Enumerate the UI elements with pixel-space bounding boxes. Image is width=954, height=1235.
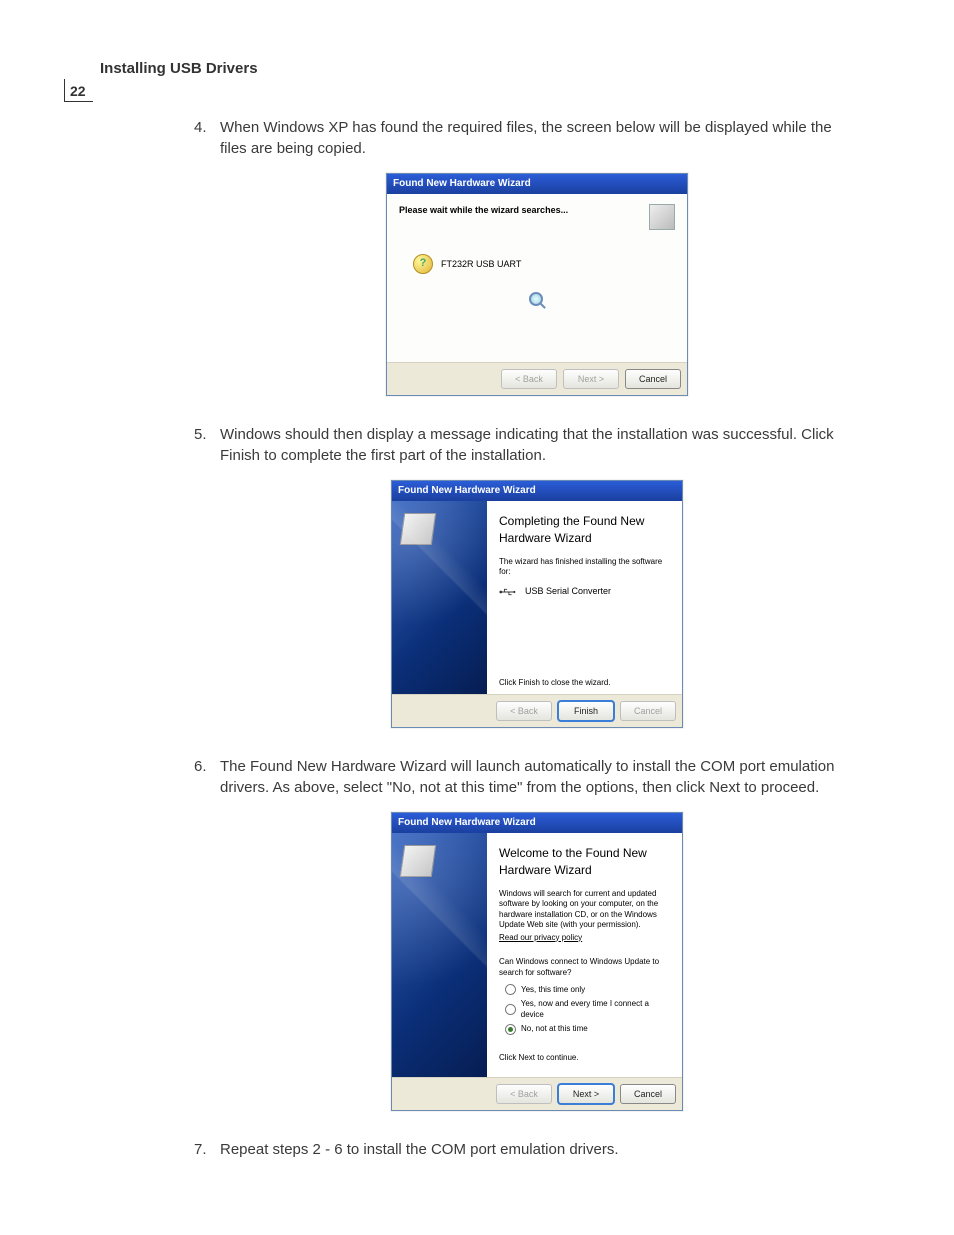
dialog-heading: Completing the Found New Hardware Wizard — [499, 513, 670, 547]
radio-group: Yes, this time only Yes, now and every t… — [505, 984, 670, 1035]
radio-label: No, not at this time — [521, 1023, 588, 1034]
dialog-hint: Click Next to continue. — [499, 1053, 670, 1063]
dialog-heading: Welcome to the Found New Hardware Wizard — [499, 845, 670, 879]
radio-icon — [505, 1024, 516, 1035]
wizard-logo-icon — [400, 845, 436, 877]
cancel-button[interactable]: Cancel — [625, 369, 681, 389]
step-4: 4. When Windows XP has found the require… — [220, 117, 854, 396]
finish-button[interactable]: Finish — [558, 701, 614, 721]
wizard-icon — [649, 204, 675, 230]
page-header: Installing USB Drivers 22 — [100, 60, 854, 77]
dialog-hint: Click Finish to close the wizard. — [499, 678, 670, 688]
section-title: Installing USB Drivers — [100, 60, 854, 77]
next-button[interactable]: Next > — [558, 1084, 614, 1104]
step-number: 5. — [194, 424, 207, 445]
radio-no[interactable]: No, not at this time — [505, 1023, 670, 1034]
usb-icon — [499, 587, 517, 597]
dialog-searching: Found New Hardware Wizard Please wait wh… — [386, 173, 688, 396]
radio-yes-once[interactable]: Yes, this time only — [505, 984, 670, 995]
question-icon: ? — [413, 254, 433, 274]
step-6: 6. The Found New Hardware Wizard will la… — [220, 756, 854, 1111]
privacy-link[interactable]: Read our privacy policy — [499, 933, 582, 943]
wizard-banner — [392, 501, 487, 694]
step-text: Repeat steps 2 - 6 to install the COM po… — [220, 1141, 619, 1158]
step-text: The Found New Hardware Wizard will launc… — [220, 758, 834, 796]
step-number: 4. — [194, 117, 207, 138]
dialog-subtitle: Please wait while the wizard searches... — [399, 204, 568, 217]
search-icon — [529, 292, 545, 308]
step-number: 6. — [194, 756, 207, 777]
dialog-footer: < Back Finish Cancel — [392, 694, 682, 727]
device-name: USB Serial Converter — [525, 585, 611, 598]
steps-list: 4. When Windows XP has found the require… — [220, 117, 854, 1160]
dialog-footer: < Back Next > Cancel — [387, 362, 687, 395]
radio-icon — [505, 984, 516, 995]
step-7: 7. Repeat steps 2 - 6 to install the COM… — [220, 1139, 854, 1160]
dialog-footer: < Back Next > Cancel — [392, 1077, 682, 1110]
dialog-title: Found New Hardware Wizard — [387, 174, 687, 194]
dialog-title: Found New Hardware Wizard — [392, 813, 682, 833]
step-5: 5. Windows should then display a message… — [220, 424, 854, 728]
back-button[interactable]: < Back — [496, 1084, 552, 1104]
dialog-intro: Windows will search for current and upda… — [499, 889, 670, 931]
step-number: 7. — [194, 1139, 207, 1160]
back-button[interactable]: < Back — [496, 701, 552, 721]
radio-label: Yes, this time only — [521, 984, 585, 995]
dialog-question: Can Windows connect to Windows Update to… — [499, 957, 670, 978]
wizard-banner — [392, 833, 487, 1077]
radio-label: Yes, now and every time I connect a devi… — [521, 998, 670, 1020]
document-page: Installing USB Drivers 22 4. When Window… — [0, 0, 954, 1212]
cancel-button[interactable]: Cancel — [620, 1084, 676, 1104]
next-button[interactable]: Next > — [563, 369, 619, 389]
dialog-welcome: Found New Hardware Wizard Welcome to the… — [391, 812, 683, 1111]
step-text: Windows should then display a message in… — [220, 426, 834, 464]
dialog-completing: Found New Hardware Wizard Completing the… — [391, 480, 683, 728]
step-text: When Windows XP has found the required f… — [220, 119, 832, 157]
installed-text: The wizard has finished installing the s… — [499, 557, 670, 578]
device-name: FT232R USB UART — [441, 258, 521, 271]
back-button[interactable]: < Back — [501, 369, 557, 389]
wizard-logo-icon — [400, 513, 436, 545]
cancel-button[interactable]: Cancel — [620, 701, 676, 721]
radio-icon — [505, 1004, 516, 1015]
page-number: 22 — [70, 83, 86, 99]
radio-yes-always[interactable]: Yes, now and every time I connect a devi… — [505, 998, 670, 1020]
dialog-title: Found New Hardware Wizard — [392, 481, 682, 501]
